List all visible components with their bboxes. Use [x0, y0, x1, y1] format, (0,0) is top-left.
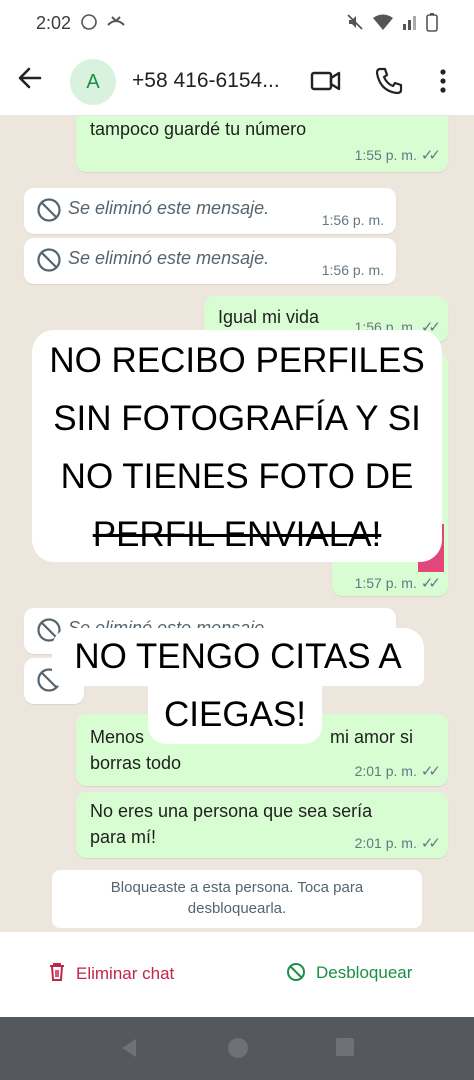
- message-time: 1:55 p. m. ✓✓: [354, 147, 441, 164]
- message-time: 1:56 p. m.: [321, 212, 384, 228]
- message-time: 2:01 p. m. ✓✓: [354, 835, 441, 852]
- deleted-icon: [37, 248, 61, 272]
- menu-button[interactable]: [436, 66, 450, 101]
- unblock-button[interactable]: Desbloquear: [286, 962, 412, 983]
- nav-back-button[interactable]: [118, 1036, 140, 1065]
- circle-home-icon: [228, 1038, 248, 1058]
- deleted-text: Se eliminó este mensaje.: [68, 248, 270, 268]
- overlay-text-box: NO TENGO CITAS A: [52, 628, 424, 686]
- blocked-notice[interactable]: Bloqueaste a esta persona. Toca para des…: [52, 870, 422, 928]
- chat-area[interactable]: tampoco guardé tu número 1:55 p. m. ✓✓ Se…: [0, 116, 474, 932]
- deleted-text: Se eliminó este mensaje.: [68, 198, 270, 218]
- overlay-line: SIN FOTOGRAFÍA Y SI: [53, 399, 421, 438]
- arrow-left-icon: [18, 67, 42, 89]
- system-navigation-bar: [0, 1017, 474, 1080]
- message-deleted[interactable]: Se eliminó este mensaje. 1:56 p. m.: [24, 188, 396, 234]
- trash-icon: [50, 963, 64, 981]
- read-ticks-icon: ✓✓: [420, 575, 441, 592]
- back-button[interactable]: [16, 64, 44, 100]
- overlay-text-box: NO RECIBO PERFILES SIN FOTOGRAFÍA Y SI N…: [32, 330, 442, 562]
- unblock-label: Desbloquear: [316, 963, 413, 982]
- message-time: 1:56 p. m.: [321, 262, 384, 278]
- message-time: 2:01 p. m. ✓✓: [354, 763, 441, 780]
- video-call-button[interactable]: [310, 66, 342, 101]
- status-time: 2:02: [36, 13, 72, 33]
- deleted-icon: [37, 198, 61, 222]
- message-text: mi amor si: [330, 727, 414, 747]
- message-text: tampoco guardé tu número: [90, 119, 307, 139]
- blocked-actions-bar: Eliminar chat Desbloquear: [0, 932, 474, 1017]
- message-text: No eres una persona que sea sería: [90, 801, 373, 821]
- voice-call-button[interactable]: [374, 66, 404, 101]
- read-ticks-icon: ✓✓: [420, 835, 441, 852]
- overlay-line: NO TENGO CITAS A: [74, 637, 402, 676]
- missed-call-icon: [106, 13, 126, 36]
- nav-home-button[interactable]: [226, 1036, 250, 1065]
- unblock-icon: [287, 963, 305, 981]
- signal-icon: [402, 13, 420, 36]
- chat-header: A +58 416-6154...: [0, 48, 474, 116]
- square-recents-icon: [336, 1038, 354, 1056]
- wifi-icon: [372, 13, 394, 36]
- overlay-line: NO TIENES FOTO DE: [60, 457, 414, 496]
- triangle-back-icon: [122, 1039, 136, 1057]
- message-outgoing[interactable]: tampoco guardé tu número 1:55 p. m. ✓✓: [76, 116, 448, 172]
- blocked-notice-line: Bloqueaste a esta persona. Toca para: [110, 879, 364, 896]
- message-outgoing[interactable]: No eres una persona que sea sería para m…: [76, 792, 448, 858]
- overlay-line: PERFIL ENVIALA!: [92, 515, 382, 554]
- read-ticks-icon: ✓✓: [420, 147, 441, 164]
- overlay-text-box: CIEGAS!: [148, 686, 322, 744]
- delete-chat-label: Eliminar chat: [76, 964, 175, 983]
- message-time: 1:57 p. m. ✓✓: [354, 575, 441, 592]
- whatsapp-notification-icon: [80, 13, 98, 36]
- status-bar: 2:02: [0, 0, 474, 48]
- overlay-line: CIEGAS!: [164, 695, 306, 734]
- video-camera-icon: [310, 71, 341, 91]
- more-vertical-icon: [440, 69, 446, 93]
- message-text: Igual mi vida: [218, 307, 320, 327]
- message-text: para mí!: [90, 827, 157, 847]
- nav-recents-button[interactable]: [334, 1036, 356, 1063]
- contact-name[interactable]: +58 416-6154...: [132, 69, 280, 93]
- read-ticks-icon: ✓✓: [420, 763, 441, 780]
- avatar[interactable]: A: [70, 59, 116, 105]
- phone-icon: [375, 67, 403, 95]
- message-deleted[interactable]: Se eliminó este mensaje. 1:56 p. m.: [24, 238, 396, 284]
- message-text: Menos: [90, 727, 145, 747]
- message-text: borras todo: [90, 753, 182, 773]
- blocked-notice-line: desbloquearla.: [187, 900, 287, 917]
- mute-icon: [346, 13, 364, 36]
- overlay-line: NO RECIBO PERFILES: [49, 341, 425, 380]
- battery-icon: [426, 13, 438, 37]
- delete-chat-button[interactable]: Eliminar chat: [48, 962, 174, 984]
